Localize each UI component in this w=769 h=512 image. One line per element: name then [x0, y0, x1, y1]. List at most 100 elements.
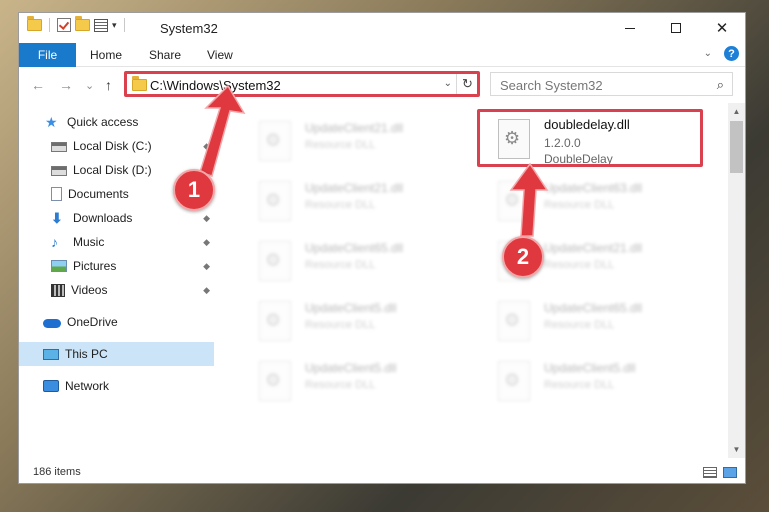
list-item[interactable]: UpdateClient5.dll Resource DLL [259, 357, 489, 413]
dll-file-icon [259, 301, 291, 341]
maximize-icon [671, 23, 681, 33]
callout-step-1: 1 [173, 169, 215, 211]
file-name: UpdateClient65.dll [305, 241, 404, 255]
callout-step-2: 2 [502, 236, 544, 278]
tab-file[interactable]: File [19, 43, 76, 67]
this-pc-icon [43, 348, 59, 360]
close-button[interactable]: ✕ [699, 13, 745, 43]
sidebar-item-this-pc[interactable]: This PC [19, 342, 214, 366]
properties-check-icon[interactable] [57, 18, 71, 32]
address-path[interactable]: C:\Windows\System32 [150, 78, 281, 93]
sidebar-item-label: Quick access [67, 115, 139, 129]
file-type: Resource DLL [305, 139, 376, 151]
status-bar: 186 items [19, 461, 745, 483]
network-icon [43, 380, 59, 392]
title-bar: ▾ System32 ✕ [19, 13, 745, 43]
drive-icon [51, 142, 67, 152]
address-bar[interactable]: C:\Windows\System32 ⌄ ↻ [124, 72, 479, 96]
tab-home[interactable]: Home [90, 43, 122, 67]
refresh-button[interactable]: ↻ [456, 73, 478, 95]
list-item[interactable]: UpdateClient65.dll Resource DLL [498, 297, 728, 353]
toolbar-divider [49, 18, 50, 32]
search-input[interactable]: Search System32 ⌕ [490, 72, 733, 96]
sidebar-item-network[interactable]: Network [19, 374, 214, 398]
sidebar-item-music[interactable]: ♪ Music ◆ [19, 230, 214, 254]
file-type: Resource DLL [544, 319, 615, 331]
search-placeholder: Search System32 [500, 78, 603, 93]
file-name: UpdateClient63.dll [544, 181, 643, 195]
dll-file-icon [498, 301, 530, 341]
sidebar-item-label: OneDrive [67, 315, 118, 329]
large-icons-view-icon[interactable] [723, 467, 737, 478]
sidebar-item-downloads[interactable]: ⬇ Downloads ◆ [19, 206, 214, 230]
ribbon-right-controls: ⌄ ? [704, 46, 739, 61]
sidebar-item-videos[interactable]: Videos ◆ [19, 278, 214, 302]
drive-icon [51, 166, 67, 176]
sidebar-item-label: Videos [71, 283, 108, 297]
ribbon: File Home Share View ⌄ ? [19, 43, 745, 67]
tab-view[interactable]: View [207, 43, 233, 67]
minimize-icon [625, 27, 635, 29]
star-icon: ★ [45, 114, 58, 130]
music-icon: ♪ [51, 234, 58, 250]
recent-locations-button[interactable]: ⌄ [85, 79, 94, 92]
list-item[interactable]: UpdateClient63.dll Resource DLL [498, 177, 728, 233]
list-item[interactable]: UpdateClient21.dll Resource DLL [259, 177, 489, 233]
expand-ribbon-icon[interactable]: ⌄ [704, 48, 712, 59]
scroll-up-icon[interactable]: ▲ [728, 103, 745, 120]
qat-dropdown-icon[interactable]: ▾ [112, 20, 117, 31]
sidebar-item-label: Local Disk (D:) [73, 163, 152, 177]
file-name: UpdateClient5.dll [305, 361, 397, 375]
dll-file-icon [498, 181, 530, 221]
list-item[interactable]: UpdateClient21.dll Resource DLL [259, 117, 489, 173]
minimize-button[interactable] [607, 13, 653, 43]
search-icon[interactable]: ⌕ [717, 77, 724, 93]
explorer-window: ▾ System32 ✕ File Home Share View ⌄ ? ← … [18, 12, 746, 484]
sidebar-item-pictures[interactable]: Pictures ◆ [19, 254, 214, 278]
maximize-button[interactable] [653, 13, 699, 43]
quick-access-toolbar: ▾ [27, 16, 128, 32]
back-button[interactable]: ← [31, 77, 45, 93]
dll-file-icon [259, 121, 291, 161]
pin-icon[interactable]: ◆ [203, 261, 210, 272]
scroll-thumb[interactable] [730, 121, 743, 173]
scroll-down-icon[interactable]: ▼ [728, 441, 745, 458]
onedrive-icon [43, 319, 61, 328]
help-icon[interactable]: ? [724, 46, 739, 61]
address-folder-icon [132, 76, 147, 91]
up-button[interactable]: ↑ [105, 77, 112, 93]
pin-icon[interactable]: ◆ [203, 141, 210, 152]
tab-share[interactable]: Share [149, 43, 181, 67]
dll-file-icon [259, 241, 291, 281]
pictures-icon [51, 260, 67, 272]
pin-icon[interactable]: ◆ [203, 285, 210, 296]
list-item[interactable]: UpdateClient65.dll Resource DLL [259, 237, 489, 293]
pin-icon[interactable]: ◆ [203, 237, 210, 248]
sidebar-item-onedrive[interactable]: OneDrive [19, 310, 214, 334]
list-item[interactable]: UpdateClient5.dll Resource DLL [498, 357, 728, 413]
documents-icon [51, 187, 62, 201]
file-type: Resource DLL [305, 319, 376, 331]
file-type: Resource DLL [544, 259, 615, 271]
downloads-icon: ⬇ [51, 210, 63, 226]
forward-button[interactable]: → [59, 77, 73, 93]
details-view-icon[interactable] [703, 467, 717, 478]
folder-icon [27, 16, 42, 31]
file-name: UpdateClient5.dll [305, 301, 397, 315]
sidebar-item-label: Downloads [73, 211, 133, 225]
list-item[interactable]: UpdateClient5.dll Resource DLL [259, 297, 489, 353]
new-folder-icon[interactable] [75, 16, 90, 31]
sidebar-item-quick-access[interactable]: ★ Quick access [19, 110, 214, 134]
toolbar-divider [123, 18, 125, 32]
sidebar-item-local-disk-c[interactable]: Local Disk (C:) ◆ [19, 134, 214, 158]
file-highlight-box [477, 109, 703, 167]
sidebar-item-label: Network [65, 379, 110, 393]
pin-icon[interactable]: ◆ [203, 213, 210, 224]
address-dropdown-icon[interactable]: ⌄ [444, 78, 452, 89]
file-type: Resource DLL [544, 379, 615, 391]
file-name: UpdateClient5.dll [544, 361, 636, 375]
properties-icon[interactable] [94, 18, 108, 32]
navigation-bar: ← → ⌄ ↑ C:\Windows\System32 ⌄ ↻ Search S… [19, 68, 745, 102]
file-type: Resource DLL [544, 199, 615, 211]
vertical-scrollbar[interactable]: ▲ ▼ [728, 103, 745, 458]
